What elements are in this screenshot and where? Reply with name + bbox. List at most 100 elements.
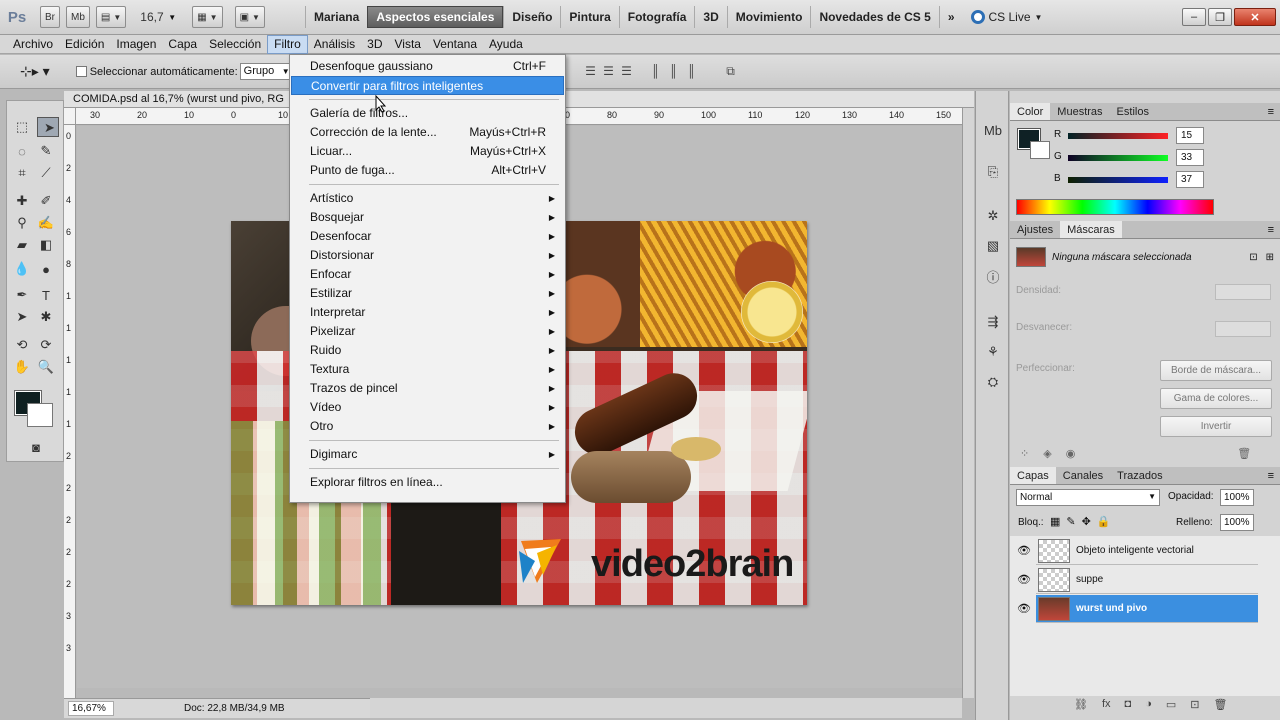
- filter-menu-item-licuar[interactable]: Licuar... Mayús+Ctrl+X: [291, 142, 564, 161]
- vertical-ruler[interactable]: 0 2 4 6 8 1 1 1 1 1 2 2 2 2 2 3 3: [64, 125, 76, 698]
- history-panel-icon[interactable]: ⎘: [982, 161, 1004, 183]
- filter-menu-item-digimarc[interactable]: Digimarc ▶: [291, 445, 564, 464]
- layer-row-active[interactable]: wurst und pivo: [1036, 595, 1258, 623]
- menu-ayuda[interactable]: Ayuda: [483, 35, 529, 54]
- visibility-eye-icon[interactable]: 👁: [1016, 573, 1032, 589]
- menu-ventana[interactable]: Ventana: [427, 35, 483, 54]
- workspace-3d[interactable]: 3D: [694, 6, 726, 28]
- pen-tool-icon[interactable]: ✒: [11, 285, 33, 305]
- panel-menu-icon[interactable]: ≡: [1268, 103, 1280, 120]
- workspace-aspectos-esenciales[interactable]: Aspectos esenciales: [367, 6, 504, 28]
- filter-menu-item-textura[interactable]: Textura ▶: [291, 360, 564, 379]
- distribute-middle-icon[interactable]: ☰: [601, 64, 616, 79]
- color-range-button[interactable]: Gama de colores...: [1160, 388, 1272, 409]
- new-group-icon[interactable]: ▭: [1166, 698, 1176, 711]
- filter-menu-item-video[interactable]: Vídeo ▶: [291, 398, 564, 417]
- workspace-diseno[interactable]: Diseño: [503, 6, 560, 28]
- navigator-panel-icon[interactable]: ✲: [982, 205, 1004, 227]
- info-panel-icon[interactable]: ⓘ: [982, 265, 1004, 287]
- lock-pixels-icon[interactable]: ✎: [1066, 515, 1075, 528]
- view-extras-button[interactable]: ▤ ▼: [95, 6, 127, 28]
- background-color-swatch[interactable]: [27, 403, 53, 427]
- tab-color[interactable]: Color: [1010, 103, 1051, 120]
- workspace-movimiento[interactable]: Movimiento: [726, 6, 811, 28]
- tab-trazados[interactable]: Trazados: [1110, 467, 1169, 484]
- density-field[interactable]: [1215, 284, 1271, 300]
- tab-estilos[interactable]: Estilos: [1110, 103, 1156, 120]
- green-slider[interactable]: [1068, 155, 1168, 161]
- menu-edicion[interactable]: Edición: [59, 35, 110, 54]
- restore-button[interactable]: ❐: [1208, 8, 1232, 26]
- tab-muestras[interactable]: Muestras: [1050, 103, 1109, 120]
- filter-menu-item-pixelizar[interactable]: Pixelizar ▶: [291, 322, 564, 341]
- feather-field[interactable]: [1215, 321, 1271, 337]
- adjustment-layer-icon[interactable]: ◑: [1145, 698, 1152, 711]
- mini-bridge-panel-icon[interactable]: Mb: [982, 119, 1004, 141]
- filter-menu-item-distorsionar[interactable]: Distorsionar ▶: [291, 246, 564, 265]
- filter-menu-item-bosquejar[interactable]: Bosquejar ▶: [291, 208, 564, 227]
- mask-edge-button[interactable]: Borde de máscara...: [1160, 360, 1272, 381]
- zoom-tool-icon[interactable]: 🔍: [35, 357, 57, 377]
- lock-position-icon[interactable]: ✥: [1082, 515, 1091, 528]
- minimize-button[interactable]: –: [1182, 8, 1206, 26]
- move-tool-icon[interactable]: ➤: [37, 117, 59, 137]
- 3d-rotate-tool-icon[interactable]: ⟲: [11, 335, 33, 355]
- document-size-info[interactable]: Doc: 22,8 MB/34,9 MB: [184, 703, 285, 714]
- distribute-center-icon[interactable]: ║: [666, 64, 681, 79]
- blue-slider[interactable]: [1068, 177, 1168, 183]
- filter-menu-item-artistico[interactable]: Artístico ▶: [291, 189, 564, 208]
- auto-select-checkbox[interactable]: [75, 66, 87, 77]
- zoom-level[interactable]: 16,7: [140, 10, 166, 24]
- quick-mask-icon[interactable]: ◙: [25, 437, 47, 457]
- visibility-eye-icon[interactable]: 👁: [1016, 544, 1032, 560]
- distribute-bottom-icon[interactable]: ☰: [619, 64, 634, 79]
- panel-menu-icon[interactable]: ≡: [1268, 221, 1280, 238]
- new-layer-icon[interactable]: ⊡: [1190, 698, 1199, 711]
- blend-mode-dropdown[interactable]: Normal ▼: [1016, 489, 1160, 506]
- filter-menu-item-otro[interactable]: Otro ▶: [291, 417, 564, 436]
- filter-menu-item-convertir-para-filtros-inteligentes[interactable]: Convertir para filtros inteligentes: [291, 76, 564, 95]
- opacity-field[interactable]: 100%: [1220, 489, 1254, 506]
- filter-menu-item-punto-de-fuga[interactable]: Punto de fuga... Alt+Ctrl+V: [291, 161, 564, 180]
- menu-3d[interactable]: 3D: [361, 35, 388, 54]
- invert-button[interactable]: Invertir: [1160, 416, 1272, 437]
- path-selection-tool-icon[interactable]: ➤: [11, 307, 33, 327]
- filter-menu-item-desenfocar[interactable]: Desenfocar ▶: [291, 227, 564, 246]
- auto-align-icon[interactable]: ⧉: [723, 64, 738, 79]
- workspace-mariana[interactable]: Mariana: [304, 6, 367, 28]
- tab-ajustes[interactable]: Ajustes: [1010, 221, 1060, 238]
- clone-stamp-tool-icon[interactable]: ⚲: [11, 213, 33, 233]
- workspace-fotografia[interactable]: Fotografía: [618, 6, 695, 28]
- panel-menu-icon[interactable]: ≡: [1268, 467, 1280, 484]
- filter-menu-item-enfocar[interactable]: Enfocar ▶: [291, 265, 564, 284]
- add-mask-icon[interactable]: ◘: [1125, 698, 1132, 711]
- gradient-tool-icon[interactable]: ◧: [35, 235, 57, 255]
- brush-tool-icon[interactable]: ✐: [35, 191, 57, 211]
- layer-row[interactable]: Objeto inteligente vectorial: [1036, 537, 1258, 565]
- filter-menu-item-explorar-filtros-en-linea[interactable]: Explorar filtros en línea...: [291, 473, 564, 492]
- color-spectrum-bar[interactable]: [1016, 199, 1214, 215]
- quick-selection-tool-icon[interactable]: ✎: [35, 141, 57, 161]
- distribute-right-icon[interactable]: ║: [684, 64, 699, 79]
- menu-imagen[interactable]: Imagen: [110, 35, 162, 54]
- histogram-panel-icon[interactable]: ▧: [982, 235, 1004, 257]
- filter-menu-item-correccion-de-la-lente[interactable]: Corrección de la lente... Mayús+Ctrl+R: [291, 123, 564, 142]
- close-button[interactable]: ✕: [1234, 8, 1276, 26]
- visibility-eye-icon[interactable]: 👁: [1016, 602, 1032, 618]
- eyedropper-tool-icon[interactable]: ⟋: [35, 163, 57, 183]
- blue-value[interactable]: 37: [1176, 171, 1204, 188]
- load-selection-icon[interactable]: ⁘: [1020, 447, 1029, 460]
- delete-layer-icon[interactable]: 🗑: [1213, 698, 1227, 711]
- mask-visibility-icon[interactable]: ◉: [1066, 447, 1076, 460]
- tab-capas[interactable]: Capas: [1010, 467, 1056, 484]
- marquee-tool-icon[interactable]: ⬚: [11, 117, 33, 137]
- menu-capa[interactable]: Capa: [162, 35, 203, 54]
- red-value[interactable]: 15: [1176, 127, 1204, 144]
- brushes-panel-icon[interactable]: ⇶: [982, 311, 1004, 333]
- dodge-tool-icon[interactable]: ●: [35, 259, 57, 279]
- menu-analisis[interactable]: Análisis: [308, 35, 361, 54]
- add-vector-mask-icon[interactable]: ⊞: [1266, 252, 1274, 263]
- layer-row[interactable]: suppe: [1036, 566, 1258, 594]
- mini-bridge-button[interactable]: Mb: [66, 6, 90, 28]
- clone-source-panel-icon[interactable]: ⚘: [982, 341, 1004, 363]
